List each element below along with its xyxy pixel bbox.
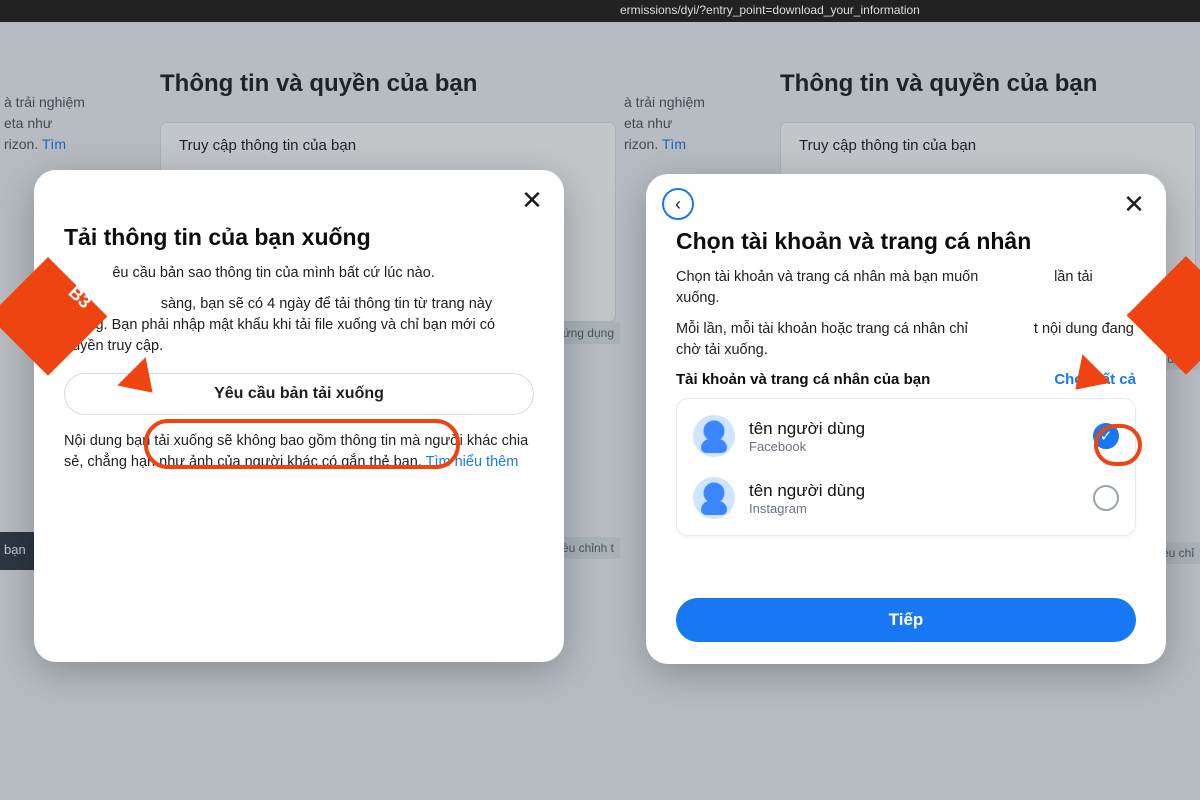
account-service: Facebook bbox=[749, 439, 1079, 454]
avatar-icon bbox=[693, 415, 735, 457]
modal-right-title: Chọn tài khoản và trang cá nhân bbox=[676, 228, 1136, 255]
account-text: tên người dùng Instagram bbox=[749, 481, 1079, 516]
select-all-link[interactable]: Chọn tất cả bbox=[1054, 371, 1136, 388]
modal-choose-accounts: ‹ ✕ Chọn tài khoản và trang cá nhân Chọn… bbox=[646, 174, 1166, 664]
learn-more-link[interactable]: Tìm hiểu thêm bbox=[426, 454, 519, 470]
account-service: Instagram bbox=[749, 501, 1079, 516]
request-download-button[interactable]: Yêu cầu bản tải xuống bbox=[64, 373, 534, 415]
checkbox-checked-icon[interactable]: ✓ bbox=[1093, 423, 1119, 449]
account-text: tên người dùng Facebook bbox=[749, 419, 1079, 454]
account-row-instagram[interactable]: tên người dùng Instagram bbox=[691, 467, 1121, 529]
modal-left-title: Tải thông tin của bạn xuống bbox=[64, 224, 534, 251]
modal-download-info: ✕ Tải thông tin của bạn xuống XXXXXêu cầ… bbox=[34, 170, 564, 662]
back-button[interactable]: ‹ bbox=[662, 188, 694, 220]
next-button[interactable]: Tiếp bbox=[676, 598, 1136, 642]
close-icon[interactable]: ✕ bbox=[516, 184, 548, 216]
account-name: tên người dùng bbox=[749, 419, 1079, 439]
section-header-row: Tài khoản và trang cá nhân của bạn Chọn … bbox=[676, 371, 1136, 388]
account-name: tên người dùng bbox=[749, 481, 1079, 501]
url-bar: ermissions/dyi/?entry_point=download_you… bbox=[0, 0, 1200, 22]
url-fragment: ermissions/dyi/?entry_point=download_you… bbox=[620, 3, 920, 17]
accounts-list: tên người dùng Facebook ✓ tên người dùng… bbox=[676, 398, 1136, 536]
modal-right-p1: Chọn tài khoản và trang cá nhân mà bạn m… bbox=[676, 267, 1136, 309]
section-label: Tài khoản và trang cá nhân của bạn bbox=[676, 371, 930, 388]
chevron-left-icon: ‹ bbox=[675, 194, 681, 215]
modal-left-p1: XXXXXêu cầu bản sao thông tin của mình b… bbox=[64, 263, 534, 284]
account-row-facebook[interactable]: tên người dùng Facebook ✓ bbox=[691, 405, 1121, 467]
close-icon[interactable]: ✕ bbox=[1118, 188, 1150, 220]
modal-left-note: Nội dung bạn tải xuống sẽ không bao gồm … bbox=[64, 431, 534, 473]
checkbox-unchecked-icon[interactable] bbox=[1093, 485, 1119, 511]
modal-left-p2: Khi XXXXXXX sàng, bạn sẽ có 4 ngày để tả… bbox=[64, 294, 534, 357]
modal-right-p2: Mỗi lần, mỗi tài khoản hoặc trang cá nhâ… bbox=[676, 319, 1136, 361]
avatar-icon bbox=[693, 477, 735, 519]
